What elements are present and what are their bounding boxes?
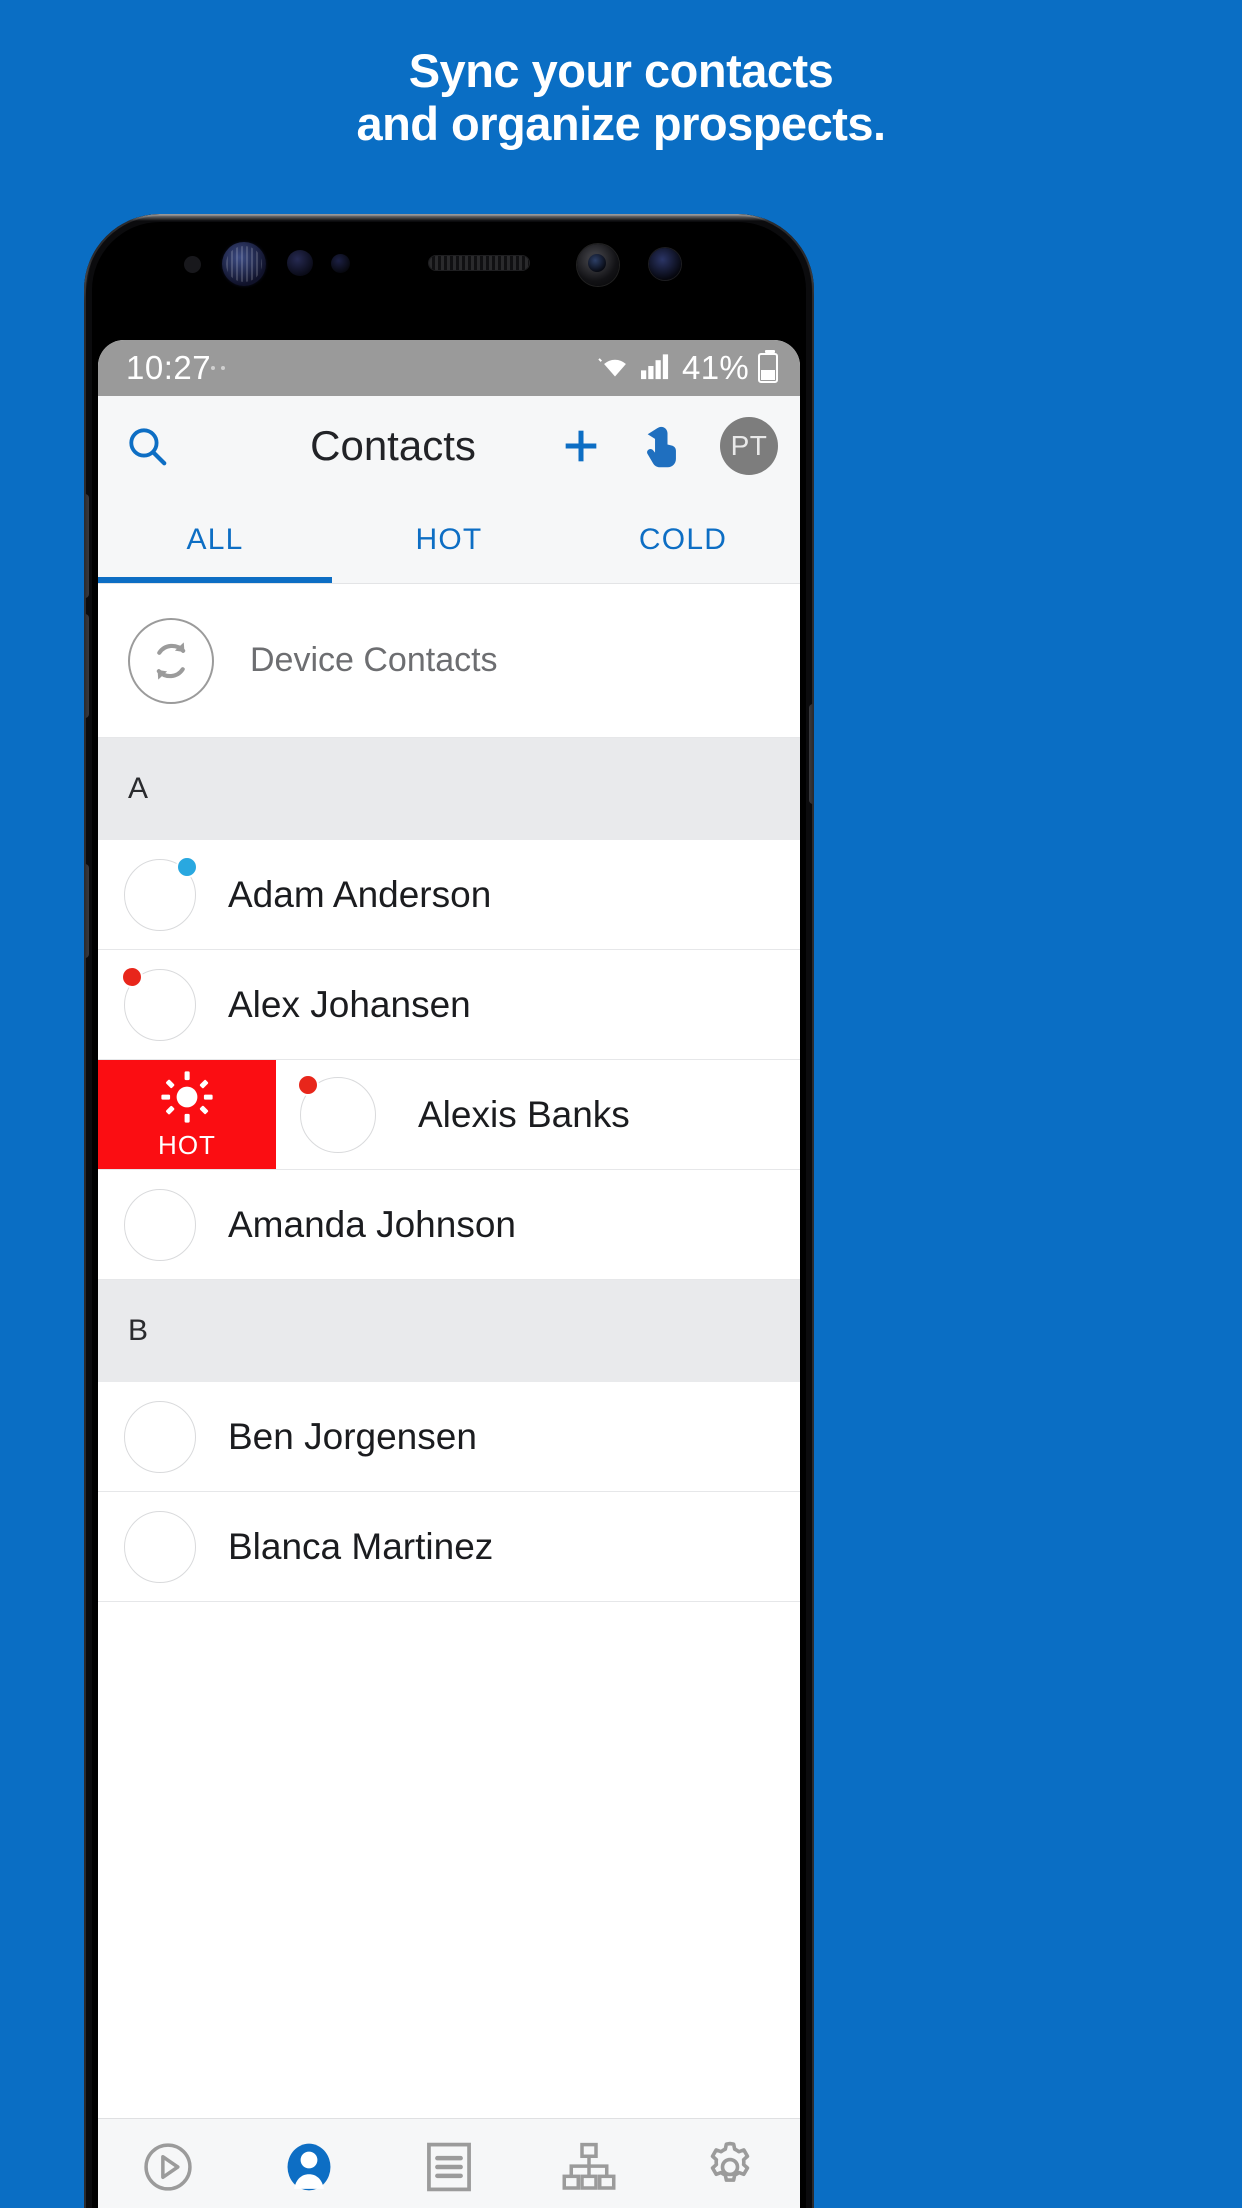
volume-up-button[interactable] [84,494,89,598]
avatar[interactable]: PT [720,417,778,475]
contact-photo [124,1400,196,1473]
proximity-sensor-icon [287,250,313,276]
contact-name: Alexis Banks [418,1093,630,1135]
person-icon [287,2143,331,2190]
headline-line-1: Sync your contacts [408,44,834,97]
tab-bar: ALL HOT COLD [98,496,800,584]
list-document-icon [427,2142,471,2191]
wifi-icon [598,352,632,385]
list-item[interactable]: Ben Jorgensen [98,1382,800,1492]
power-button[interactable] [809,704,814,804]
ir-sensor-icon [649,248,681,280]
contact-photo [124,1510,196,1583]
list-item[interactable]: Blanca Martinez [98,1492,800,1602]
nav-org-chart[interactable] [519,2141,659,2193]
assistant-button[interactable] [84,864,89,958]
list-item[interactable]: Alex Johansen [98,950,800,1060]
signal-bars-icon [641,352,673,385]
tap-gesture-icon[interactable] [640,422,684,470]
phone-screen: 10:27 41% Contacts PT ALL HOT COLD Devic… [98,340,800,2208]
swipe-action-label: HOT [158,1130,216,1160]
section-header-b: B [98,1280,800,1382]
plus-icon[interactable] [558,423,604,469]
contact-name: Blanca Martinez [228,1525,494,1567]
bottom-navigation-bar [98,2118,800,2208]
contact-name: Adam Anderson [228,873,492,915]
list-item[interactable]: HOT Alexis Banks [98,1060,800,1170]
sensor-dot-icon [184,256,201,273]
tab-hot[interactable]: HOT [332,496,566,583]
page-title: Sync your contacts and organize prospect… [0,46,1242,149]
gear-icon [710,2141,750,2182]
list-item[interactable]: Amanda Johnson [98,1170,800,1280]
sync-icon[interactable] [128,617,214,704]
battery-charging-icon [758,350,778,383]
contact-name: Ben Jorgensen [228,1415,477,1457]
play-circle-icon [144,2142,192,2191]
avatar [297,1073,376,1153]
earpiece-speaker-icon [429,256,529,270]
tab-all[interactable]: ALL [98,496,332,583]
nav-settings[interactable] [660,2138,800,2196]
status-badge [297,1073,319,1096]
avatar [124,855,198,931]
device-contacts-label: Device Contacts [250,641,498,679]
swipe-action-hot-button[interactable]: HOT [98,1060,276,1169]
volume-down-button[interactable] [84,614,89,718]
sun-icon [161,1071,213,1123]
status-badge [121,965,143,988]
section-header-a: A [98,738,800,840]
device-contacts-row[interactable]: Device Contacts [98,584,800,738]
front-camera-icon [577,244,619,286]
nav-list[interactable] [379,2139,519,2195]
contact-name: Amanda Johnson [228,1203,516,1245]
battery-percent: 41% [682,349,749,386]
contact-name: Alex Johansen [228,983,471,1025]
headline-line-2: and organize prospects. [356,97,886,151]
status-time: 10:27 [126,349,212,386]
app-toolbar: Contacts PT [98,396,800,496]
phone-mockup: 10:27 41% Contacts PT ALL HOT COLD Devic… [84,214,814,2208]
status-bar: 10:27 41% [98,340,800,396]
tab-cold[interactable]: COLD [566,496,800,583]
status-notification-dots [211,366,226,370]
avatar [124,1400,196,1473]
contact-photo [124,1188,196,1261]
light-sensor-icon [331,254,350,273]
status-badge [176,855,198,878]
avatar [124,1188,196,1261]
avatar [124,1510,196,1583]
avatar [121,965,196,1041]
org-chart-icon [562,2142,616,2190]
iris-scanner-icon [222,242,266,286]
nav-contacts[interactable] [238,2139,378,2195]
nav-play-circle[interactable] [98,2139,238,2195]
list-item[interactable]: Adam Anderson [98,840,800,950]
phone-sensor-array [84,214,814,340]
tab-active-indicator [98,577,332,583]
search-icon[interactable] [124,423,170,469]
